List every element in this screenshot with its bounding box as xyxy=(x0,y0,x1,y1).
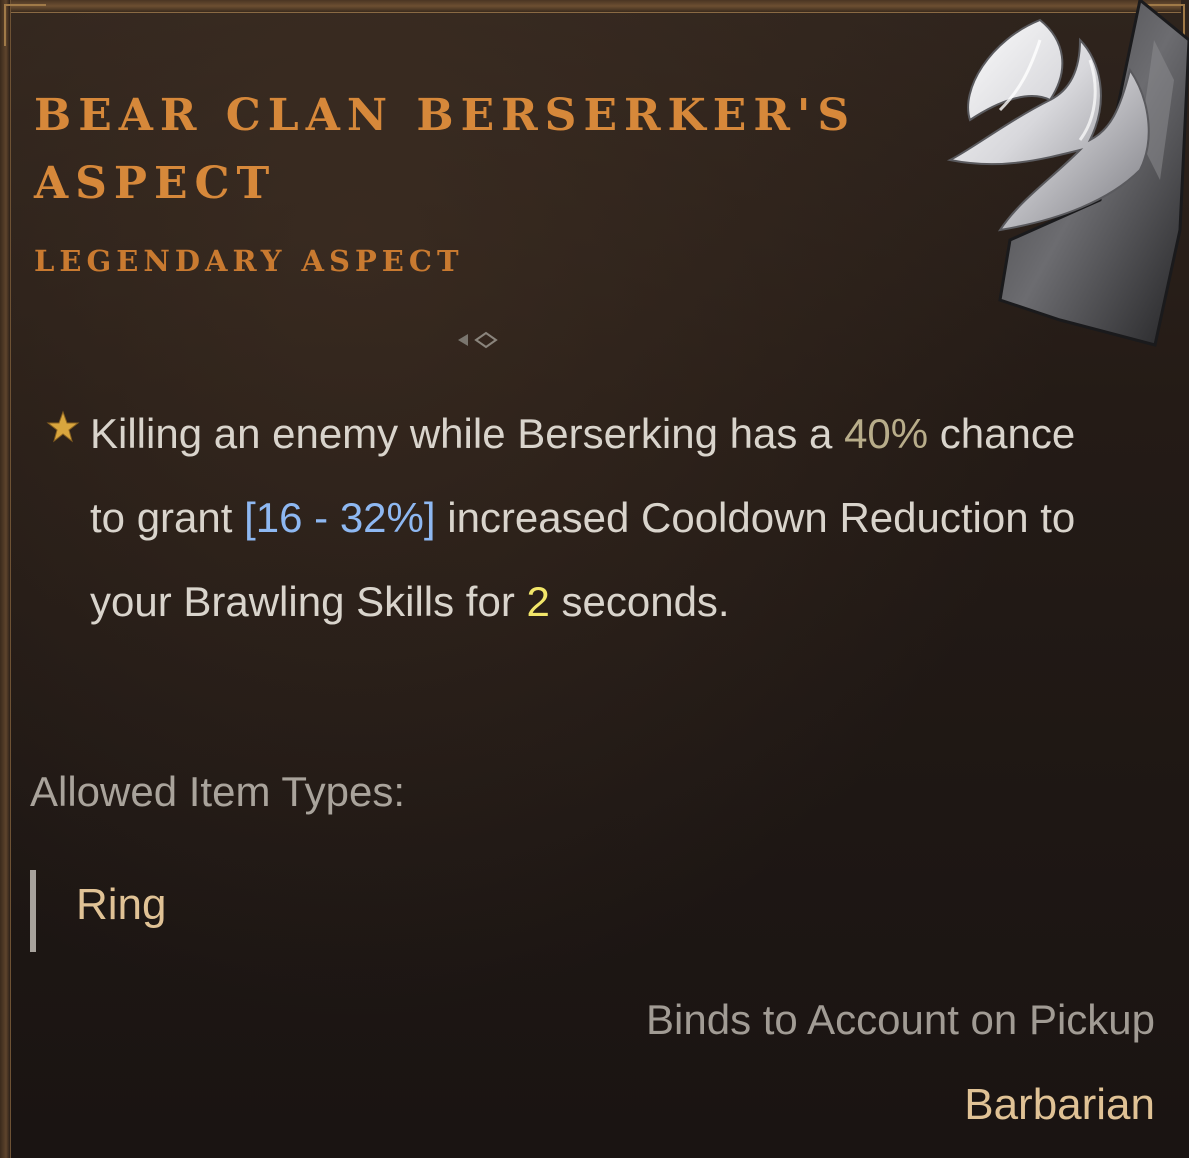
aspect-description: Killing an enemy while Berserking has a … xyxy=(90,392,1090,644)
description-text: Killing an enemy while Berserking has a xyxy=(90,410,845,457)
description-text: seconds. xyxy=(549,578,730,625)
star-icon xyxy=(46,410,80,443)
header-divider xyxy=(46,331,498,349)
binding-text: Binds to Account on Pickup xyxy=(646,996,1155,1043)
item-type-indicator-bar xyxy=(30,870,36,952)
aspect-rarity: Legendary Aspect xyxy=(34,244,464,278)
allowed-item-type: Ring xyxy=(76,880,167,929)
corner-ornament-left xyxy=(4,4,46,46)
tooltip-frame-left xyxy=(0,0,11,1158)
feather-wing-emblem-icon xyxy=(946,0,1189,347)
aspect-tooltip: Bear Clan Berserker's Aspect Legendary A… xyxy=(0,0,1189,1158)
duration-value: 2 xyxy=(526,578,550,625)
range-value: [16 - 32%] xyxy=(244,494,436,541)
aspect-title: Bear Clan Berserker's Aspect xyxy=(34,90,857,209)
chance-value: 40% xyxy=(844,410,929,457)
allowed-item-types-label: Allowed Item Types: xyxy=(30,768,406,815)
class-requirement: Barbarian xyxy=(964,1080,1155,1129)
